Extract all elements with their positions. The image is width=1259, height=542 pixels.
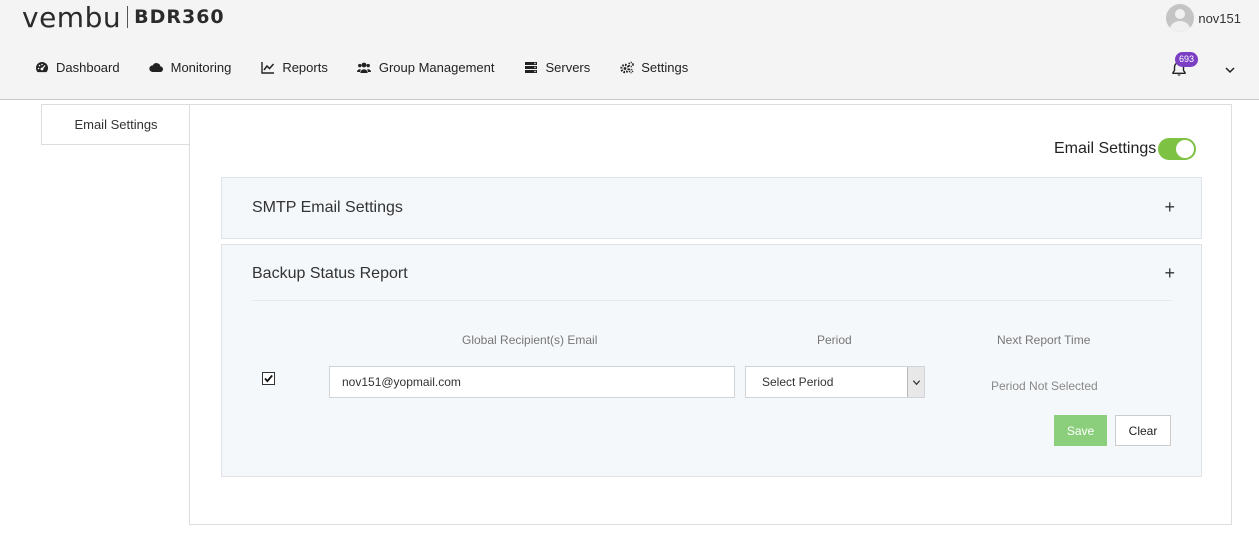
- main-content: Email Settings SMTP Email Settings + Bac…: [189, 104, 1232, 525]
- sidebar-tab-email-settings[interactable]: Email Settings: [41, 104, 190, 145]
- brand-product-name: BDR360: [134, 6, 225, 28]
- brand-separator: [127, 6, 129, 28]
- email-settings-toggle[interactable]: [1158, 138, 1197, 160]
- recipient-checkbox[interactable]: [262, 372, 275, 385]
- clear-button[interactable]: Clear: [1115, 415, 1171, 446]
- brand-logo-text: vembu: [22, 0, 122, 34]
- email-settings-toggle-group: Email Settings: [1054, 138, 1197, 160]
- dashboard-icon: [34, 61, 49, 74]
- backup-status-report-panel: Backup Status Report + Global Recipient(…: [221, 244, 1202, 477]
- main-nav: Dashboard Monitoring Reports Group Manag…: [34, 60, 717, 75]
- sidebar-tab-label: Email Settings: [74, 117, 158, 132]
- users-icon: [357, 61, 372, 74]
- nav-item-group-management[interactable]: Group Management: [357, 60, 495, 75]
- nav-label: Monitoring: [170, 60, 232, 75]
- period-select[interactable]: Select Period: [745, 366, 925, 398]
- top-header: vembu BDR360 nov151 Dashboard Monitoring…: [0, 0, 1259, 100]
- nav-label: Servers: [545, 60, 591, 75]
- nav-label: Reports: [282, 60, 328, 75]
- notification-badge: 693: [1175, 52, 1198, 67]
- smtp-email-settings-panel[interactable]: SMTP Email Settings +: [221, 177, 1202, 239]
- column-header-email: Global Recipient(s) Email: [462, 333, 598, 347]
- next-report-time-value: Period Not Selected: [991, 379, 1098, 393]
- period-select-value: Select Period: [762, 375, 834, 389]
- column-header-period: Period: [817, 333, 852, 347]
- nav-label: Settings: [641, 60, 689, 75]
- nav-label: Group Management: [378, 60, 495, 75]
- user-menu[interactable]: nov151: [1166, 4, 1241, 32]
- nav-label: Dashboard: [56, 60, 120, 75]
- chevron-down-icon[interactable]: [907, 367, 924, 397]
- chart-line-icon: [260, 61, 275, 74]
- nav-item-dashboard[interactable]: Dashboard: [34, 60, 120, 75]
- email-settings-label: Email Settings: [1054, 140, 1157, 157]
- chevron-down-icon[interactable]: [1224, 63, 1236, 75]
- column-header-next-report: Next Report Time: [997, 333, 1091, 347]
- nav-item-settings[interactable]: Settings: [619, 60, 688, 75]
- server-icon: [523, 61, 538, 74]
- username: nov151: [1198, 10, 1241, 26]
- expand-icon[interactable]: +: [1164, 264, 1175, 282]
- nav-item-servers[interactable]: Servers: [523, 60, 590, 75]
- cloud-icon: [149, 61, 164, 74]
- avatar[interactable]: [1166, 4, 1195, 32]
- recipient-email-input[interactable]: [329, 366, 735, 398]
- brand-logo[interactable]: vembu BDR360: [22, 0, 225, 34]
- nav-item-reports[interactable]: Reports: [260, 60, 328, 75]
- panel-title: SMTP Email Settings: [252, 199, 403, 216]
- cogs-icon: [619, 61, 634, 74]
- panel-title: Backup Status Report: [252, 265, 408, 282]
- divider: [252, 300, 1171, 301]
- nav-item-monitoring[interactable]: Monitoring: [149, 60, 232, 75]
- save-button[interactable]: Save: [1054, 415, 1107, 446]
- expand-icon[interactable]: +: [1164, 198, 1175, 216]
